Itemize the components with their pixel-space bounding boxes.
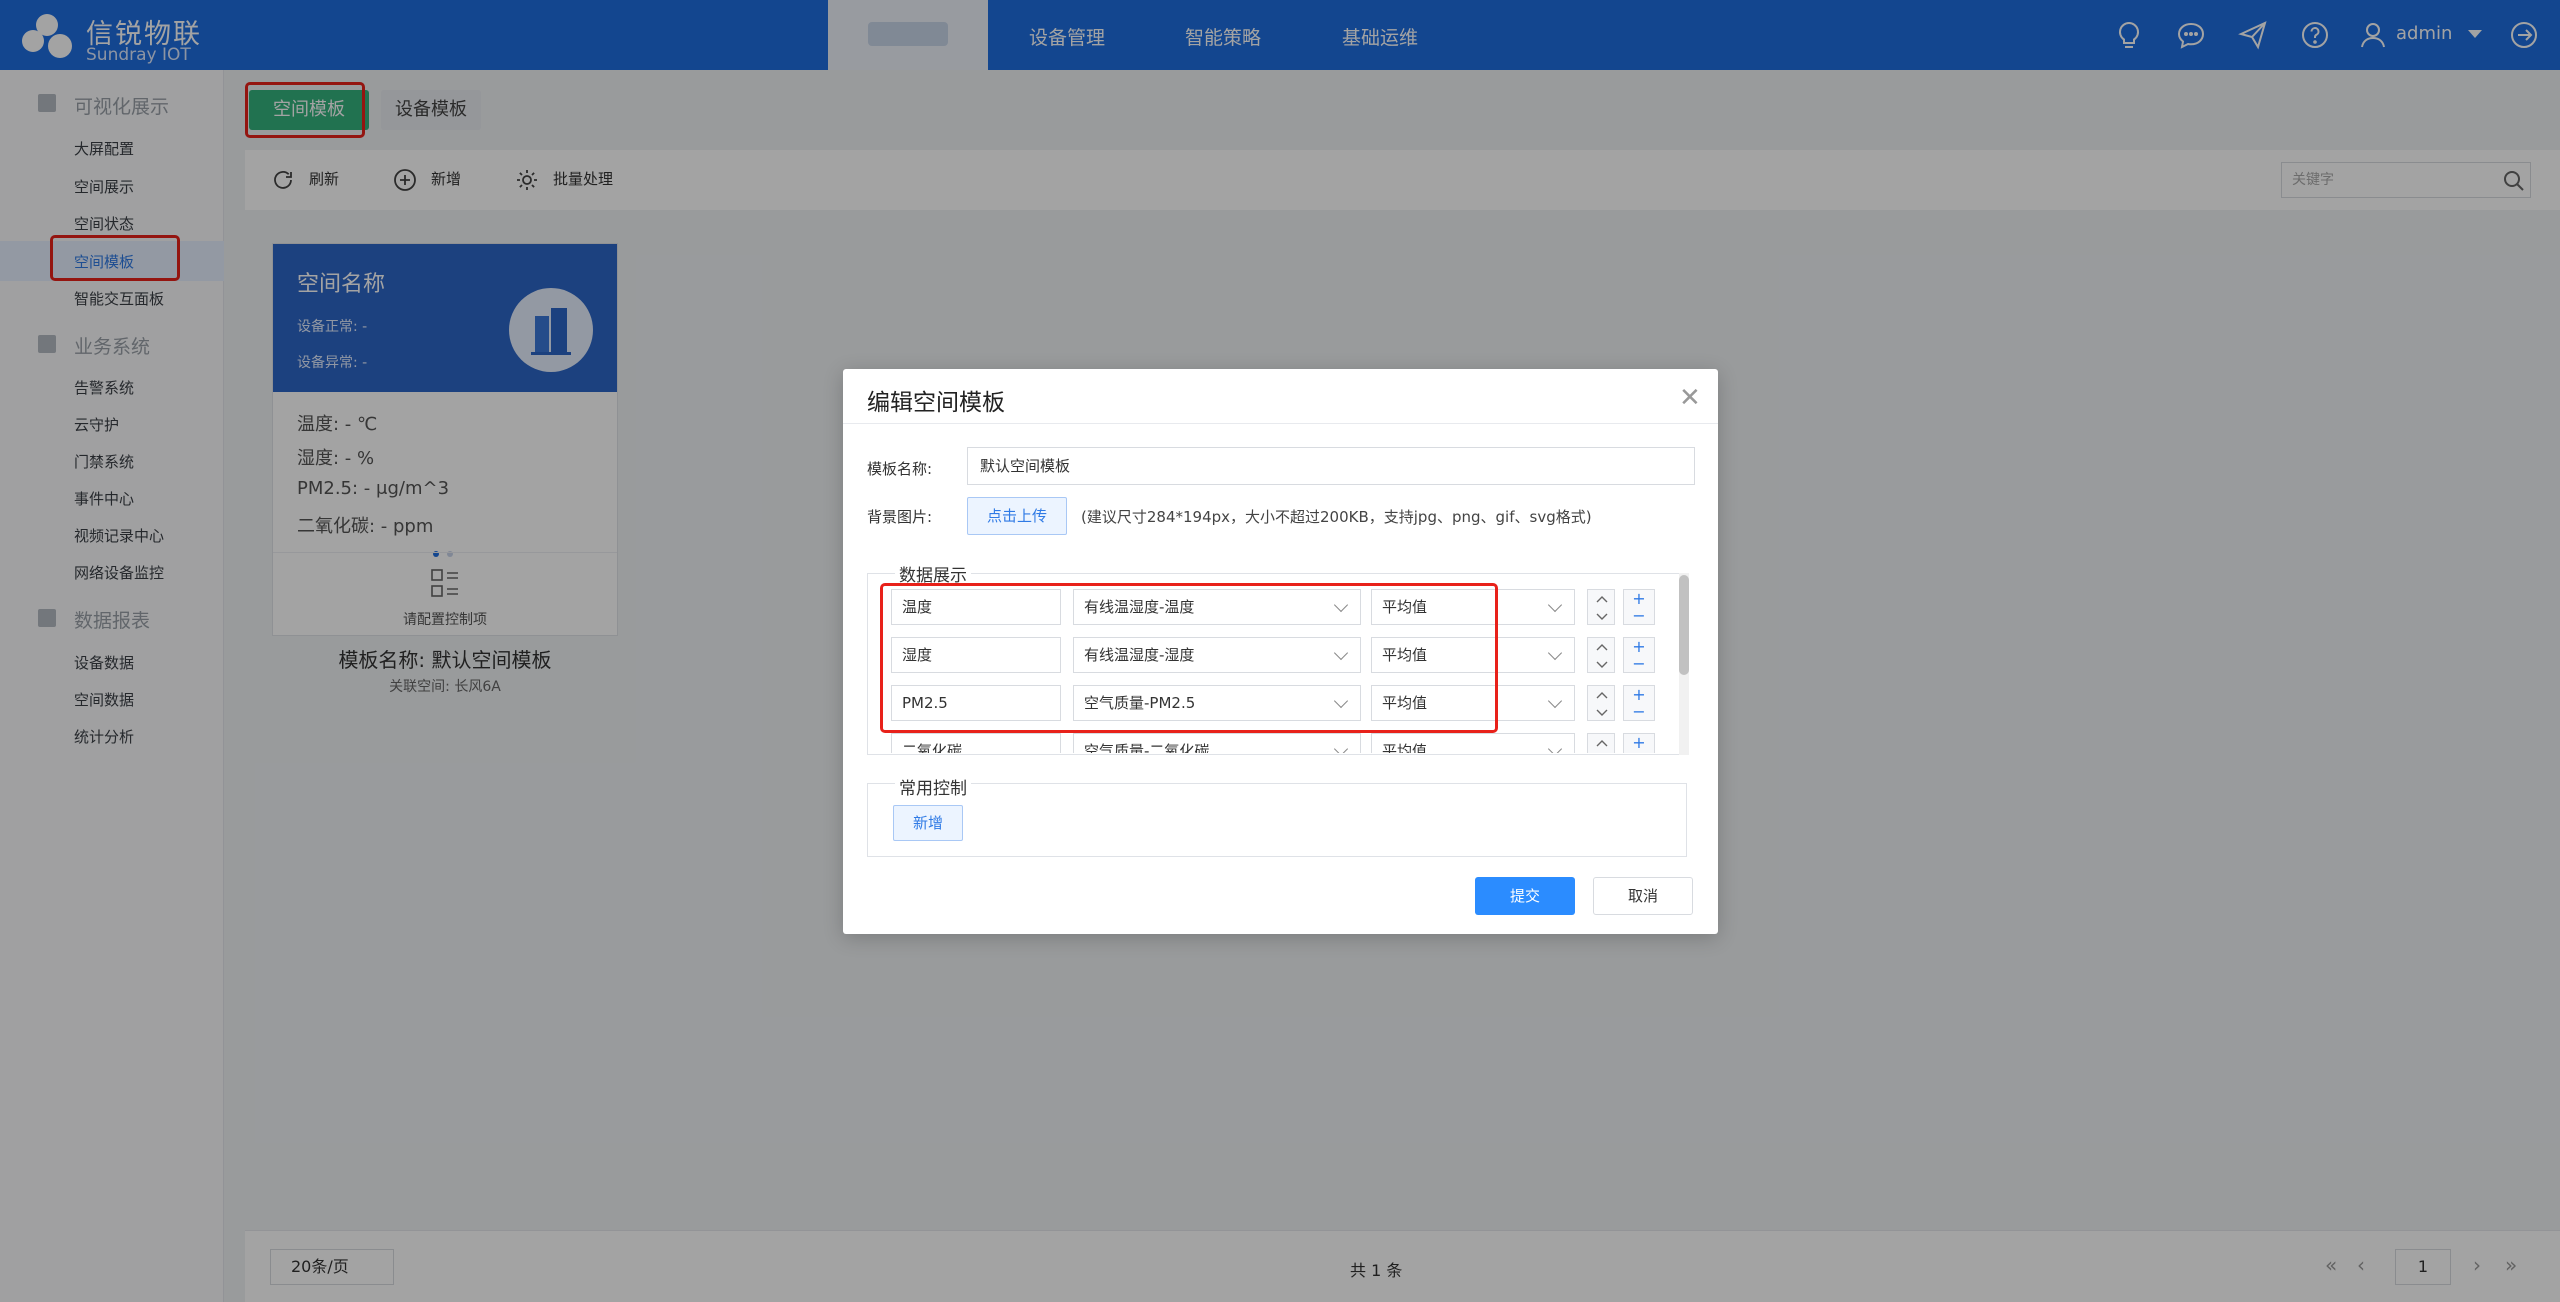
cancel-button[interactable]: 取消 [1593, 877, 1693, 915]
chevron-down-icon [1547, 693, 1563, 709]
chevron-down-icon [1547, 741, 1563, 753]
template-name-input[interactable]: 默认空间模板 [967, 447, 1695, 485]
common-control-legend: 常用控制 [895, 774, 971, 799]
chevron-down-icon [1333, 741, 1349, 753]
move-row-arrows[interactable] [1587, 685, 1615, 721]
move-row-arrows[interactable] [1587, 733, 1615, 753]
chevron-down-icon [1547, 645, 1563, 661]
add-remove-row[interactable]: +− [1623, 637, 1655, 673]
highlight-data-rows [880, 583, 1498, 733]
row-agg-select[interactable]: 平均值 [1371, 733, 1575, 753]
add-remove-row[interactable]: +− [1623, 589, 1655, 625]
chevron-down-icon [1547, 597, 1563, 613]
common-control-fieldset [867, 783, 1687, 857]
add-remove-row[interactable]: +− [1623, 733, 1655, 753]
row-source-select[interactable]: 空气质量-二氧化碳 [1073, 733, 1361, 753]
move-row-arrows[interactable] [1587, 637, 1615, 673]
close-icon[interactable]: ✕ [1679, 383, 1701, 413]
background-label: 背景图片: [867, 508, 933, 526]
divider [843, 423, 1718, 424]
scrollbar-thumb[interactable] [1679, 575, 1689, 675]
add-control-button[interactable]: 新增 [893, 805, 963, 841]
dialog-title: 编辑空间模板 [867, 390, 1005, 416]
upload-hint: (建议尺寸284*194px，大小不超过200KB，支持jpg、png、gif、… [1081, 508, 1592, 526]
upload-button[interactable]: 点击上传 [967, 497, 1067, 535]
edit-template-dialog: 编辑空间模板 ✕ 模板名称: 默认空间模板 背景图片: 点击上传 (建议尺寸28… [843, 369, 1718, 934]
submit-button[interactable]: 提交 [1475, 877, 1575, 915]
add-remove-row[interactable]: +− [1623, 685, 1655, 721]
move-row-arrows[interactable] [1587, 589, 1615, 625]
row-name-input[interactable]: 二氧化碳 [891, 733, 1061, 753]
template-name-label: 模板名称: [867, 460, 933, 478]
